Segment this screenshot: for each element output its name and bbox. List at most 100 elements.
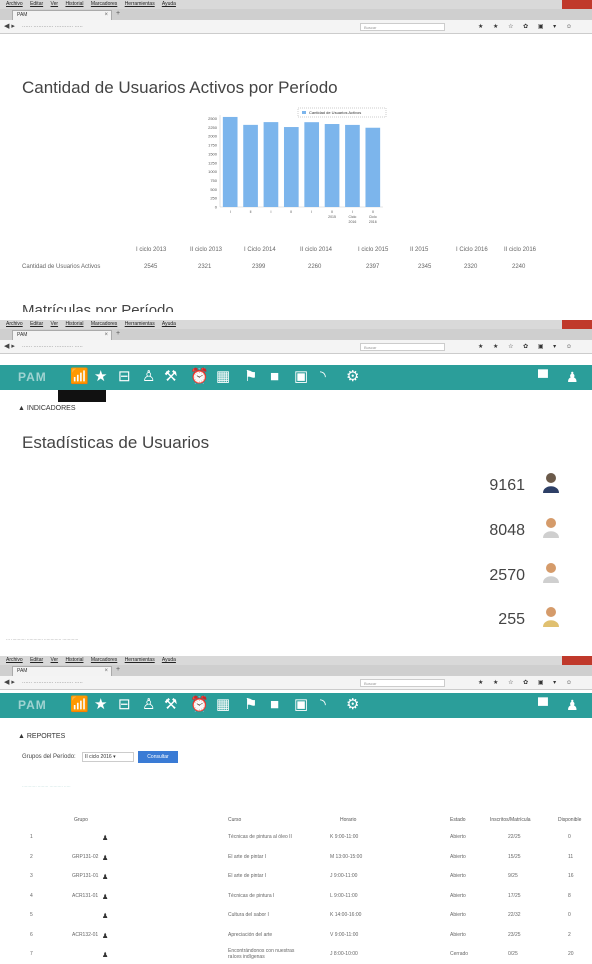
- menu-marcadores[interactable]: Marcadores: [91, 1, 117, 7]
- comment-icon[interactable]: ▀: [538, 368, 548, 386]
- menu-herramientas[interactable]: Herramientas: [125, 657, 155, 663]
- window-close-button[interactable]: [562, 0, 592, 9]
- menu-historial[interactable]: Historial: [65, 321, 83, 327]
- menu-herramientas[interactable]: Herramientas: [125, 1, 155, 7]
- app-logo[interactable]: PAM: [18, 698, 47, 712]
- menu-archivo[interactable]: Archivo: [6, 321, 23, 327]
- available-count: 0: [568, 912, 571, 918]
- comment-icon[interactable]: ▀: [538, 696, 548, 714]
- flag-icon[interactable]: ⚑: [244, 696, 257, 714]
- settings-icon[interactable]: ⚙: [346, 368, 359, 386]
- trash-icon[interactable]: ■: [270, 696, 279, 714]
- new-tab-icon[interactable]: +: [116, 666, 120, 673]
- y-tick-label: 1250: [208, 160, 218, 165]
- menu-ayuda[interactable]: Ayuda: [162, 321, 176, 327]
- person-icon[interactable]: ♟: [102, 854, 108, 862]
- browser-tab[interactable]: PAM ×: [12, 10, 112, 20]
- menu-ver[interactable]: Ver: [51, 657, 59, 663]
- consultar-button[interactable]: Consultar: [138, 751, 178, 763]
- schedule: K 14:00-16:00: [330, 912, 362, 918]
- star-icon[interactable]: ★: [94, 696, 107, 714]
- new-tab-icon[interactable]: +: [116, 10, 120, 17]
- search-input[interactable]: Buscar: [360, 23, 445, 31]
- close-icon[interactable]: ×: [104, 331, 108, 340]
- menu-editar[interactable]: Editar: [30, 1, 43, 7]
- star-icon[interactable]: ★: [94, 368, 107, 386]
- browser-tab[interactable]: PAM ×: [12, 330, 112, 340]
- table-header: I Ciclo 2016: [456, 247, 488, 253]
- new-tab-icon[interactable]: +: [116, 330, 120, 337]
- flag-icon[interactable]: ⚑: [244, 368, 257, 386]
- person-icon[interactable]: ♟: [102, 951, 108, 959]
- teacher-icon[interactable]: ♙: [142, 696, 155, 714]
- menu-historial[interactable]: Historial: [65, 1, 83, 7]
- toolbar-icons[interactable]: ★ ★ ☆ ✿ ▣ ▾ ☺: [478, 20, 576, 34]
- menu-historial[interactable]: Historial: [65, 657, 83, 663]
- chart-bar: [222, 116, 238, 207]
- status-cell: Abierto: [450, 931, 466, 938]
- close-icon[interactable]: ×: [104, 667, 108, 676]
- menu-ayuda[interactable]: Ayuda: [162, 657, 176, 663]
- address-field[interactable]: ······ ············ ··········· ·····: [22, 340, 222, 354]
- graduation-icon[interactable]: ⚒: [164, 368, 177, 386]
- tab-strip-2: PAM × +: [0, 329, 592, 340]
- chart-icon[interactable]: 📶: [70, 368, 89, 386]
- bus-icon[interactable]: ⊟: [118, 368, 131, 386]
- person-icon[interactable]: ♟: [102, 893, 108, 901]
- rss-icon[interactable]: ◝: [320, 696, 326, 714]
- course-name: Encontrándonos con nuestras raíces indíg…: [228, 948, 295, 960]
- calendar-icon[interactable]: ▦: [216, 368, 230, 386]
- search-input[interactable]: Buscar: [360, 679, 445, 687]
- bus-icon[interactable]: ⊟: [118, 696, 131, 714]
- x-tick-label: Ciclo: [349, 215, 357, 219]
- menu-herramientas[interactable]: Herramientas: [125, 321, 155, 327]
- period-select[interactable]: II ciclo 2016 ▾: [82, 752, 134, 762]
- menu-archivo[interactable]: Archivo: [6, 1, 23, 7]
- trash-icon[interactable]: ■: [270, 368, 279, 386]
- table-header: I ciclo 2013: [136, 247, 167, 253]
- rss-icon[interactable]: ◝: [320, 368, 326, 386]
- window-close-button[interactable]: [562, 320, 592, 329]
- page-title: Cantidad de Usuarios Activos por Período: [22, 78, 338, 97]
- enrollment-count: 23/25: [508, 931, 521, 938]
- toolbar-icons[interactable]: ★ ★ ☆ ✿ ▣ ▾ ☺: [478, 676, 576, 690]
- browser-tab[interactable]: PAM ×: [12, 666, 112, 676]
- chart-icon[interactable]: 📶: [70, 696, 89, 714]
- app-logo[interactable]: PAM: [18, 370, 47, 384]
- user-icon[interactable]: ♟: [566, 696, 579, 714]
- back-icon[interactable]: ◀ ▸: [4, 20, 15, 34]
- address-field[interactable]: ······ ············ ··········· ·····: [22, 676, 222, 690]
- back-icon[interactable]: ◀ ▸: [4, 340, 15, 354]
- person-icon[interactable]: ♟: [102, 912, 108, 920]
- settings-icon[interactable]: ⚙: [346, 696, 359, 714]
- alarm-icon[interactable]: ⏰: [190, 696, 209, 714]
- address-field[interactable]: ······ ············ ··········· ·····: [22, 20, 222, 34]
- menu-marcadores[interactable]: Marcadores: [91, 657, 117, 663]
- teacher-icon[interactable]: ♙: [142, 368, 155, 386]
- toolbar-icons[interactable]: ★ ★ ☆ ✿ ▣ ▾ ☺: [478, 340, 576, 354]
- menu-ver[interactable]: Ver: [51, 1, 59, 7]
- person-icon[interactable]: ♟: [102, 932, 108, 940]
- search-input[interactable]: Buscar: [360, 343, 445, 351]
- close-icon[interactable]: ×: [104, 11, 108, 20]
- person-icon[interactable]: ♟: [102, 873, 108, 881]
- menu-ver[interactable]: Ver: [51, 321, 59, 327]
- menu-ayuda[interactable]: Ayuda: [162, 1, 176, 7]
- alarm-icon[interactable]: ⏰: [190, 368, 209, 386]
- person-icon[interactable]: ♟: [102, 834, 108, 842]
- menu-archivo[interactable]: Archivo: [6, 657, 23, 663]
- menu-editar[interactable]: Editar: [30, 321, 43, 327]
- group-code: GRP131-01: [72, 873, 99, 879]
- calendar-icon[interactable]: ▦: [216, 696, 230, 714]
- graduation-icon[interactable]: ⚒: [164, 696, 177, 714]
- back-icon[interactable]: ◀ ▸: [4, 676, 15, 690]
- tab-strip-3: PAM × +: [0, 665, 592, 676]
- export-link[interactable]: ··········· ········ ·········· ·····: [22, 784, 71, 789]
- menu-marcadores[interactable]: Marcadores: [91, 321, 117, 327]
- user-icon[interactable]: ♟: [566, 368, 579, 386]
- chart-bar: [263, 122, 279, 207]
- grid-icon[interactable]: ▣: [294, 368, 308, 386]
- grid-icon[interactable]: ▣: [294, 696, 308, 714]
- menu-editar[interactable]: Editar: [30, 657, 43, 663]
- window-close-button[interactable]: [562, 656, 592, 665]
